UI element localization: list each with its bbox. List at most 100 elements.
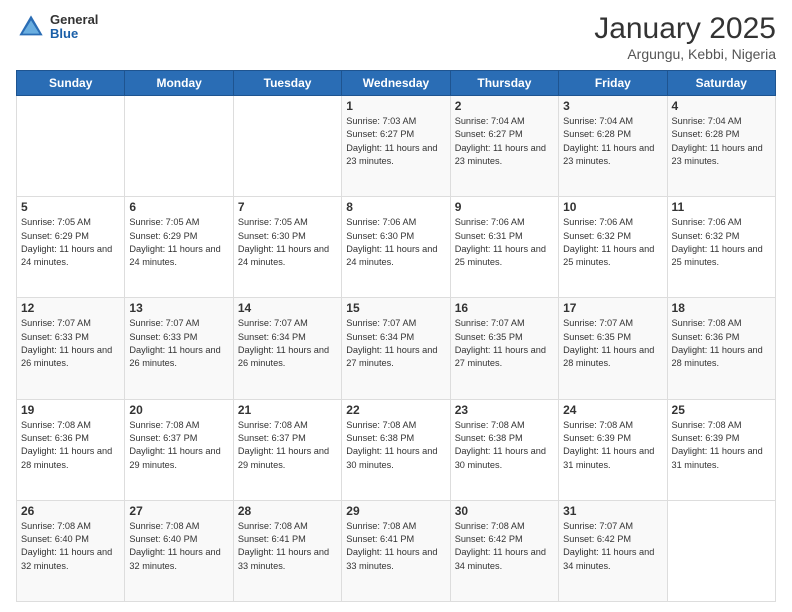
month-title: January 2025 [594,12,776,46]
day-number: 30 [455,504,554,518]
week-row-5: 26 Sunrise: 7:08 AM Sunset: 6:40 PM Dayli… [17,500,776,601]
day-number: 2 [455,99,554,113]
calendar-cell: 18 Sunrise: 7:08 AM Sunset: 6:36 PM Dayli… [667,298,775,399]
day-number: 22 [346,403,445,417]
day-number: 27 [129,504,228,518]
calendar-cell: 22 Sunrise: 7:08 AM Sunset: 6:38 PM Dayli… [342,399,450,500]
day-info: Sunrise: 7:08 AM Sunset: 6:38 PM Dayligh… [346,419,445,472]
calendar-cell: 20Sunrise: 7:08 AM Sunset: 6:37 PM Dayli… [125,399,233,500]
calendar-cell: 6 Sunrise: 7:05 AM Sunset: 6:29 PM Daylig… [125,197,233,298]
calendar-cell: 1 Sunrise: 7:03 AM Sunset: 6:27 PM Daylig… [342,96,450,197]
day-number: 5 [21,200,120,214]
weekday-header-thursday: Thursday [450,71,558,96]
day-info: Sunrise: 7:08 AM Sunset: 6:37 PM Dayligh… [238,419,337,472]
calendar-cell: 13Sunrise: 7:07 AM Sunset: 6:33 PM Dayli… [125,298,233,399]
day-number: 23 [455,403,554,417]
calendar-cell: 5 Sunrise: 7:05 AM Sunset: 6:29 PM Daylig… [17,197,125,298]
day-number: 17 [563,301,662,315]
day-info: Sunrise: 7:08 AM Sunset: 6:40 PM Dayligh… [129,520,228,573]
calendar-cell: 9Sunrise: 7:06 AM Sunset: 6:31 PM Daylig… [450,197,558,298]
day-number: 18 [672,301,771,315]
calendar-cell: 28 Sunrise: 7:08 AM Sunset: 6:41 PM Dayli… [233,500,341,601]
weekday-header-monday: Monday [125,71,233,96]
calendar-cell: 24Sunrise: 7:08 AM Sunset: 6:39 PM Dayli… [559,399,667,500]
calendar-cell: 10 Sunrise: 7:06 AM Sunset: 6:32 PM Dayli… [559,197,667,298]
day-info: Sunrise: 7:07 AM Sunset: 6:34 PM Dayligh… [346,317,445,370]
calendar-cell [17,96,125,197]
day-info: Sunrise: 7:08 AM Sunset: 6:39 PM Dayligh… [563,419,662,472]
header: General Blue January 2025 Argungu, Kebbi… [16,12,776,62]
day-number: 1 [346,99,445,113]
day-number: 31 [563,504,662,518]
day-number: 26 [21,504,120,518]
day-info: Sunrise: 7:04 AM Sunset: 6:28 PM Dayligh… [672,115,771,168]
day-info: Sunrise: 7:07 AM Sunset: 6:33 PM Dayligh… [21,317,120,370]
day-info: Sunrise: 7:08 AM Sunset: 6:36 PM Dayligh… [21,419,120,472]
weekday-header-tuesday: Tuesday [233,71,341,96]
calendar-cell [667,500,775,601]
day-info: Sunrise: 7:06 AM Sunset: 6:30 PM Dayligh… [346,216,445,269]
calendar-cell: 3 Sunrise: 7:04 AM Sunset: 6:28 PM Daylig… [559,96,667,197]
calendar-cell: 25Sunrise: 7:08 AM Sunset: 6:39 PM Dayli… [667,399,775,500]
weekday-header-wednesday: Wednesday [342,71,450,96]
calendar-cell: 17 Sunrise: 7:07 AM Sunset: 6:35 PM Dayli… [559,298,667,399]
calendar-cell: 29 Sunrise: 7:08 AM Sunset: 6:41 PM Dayli… [342,500,450,601]
week-row-2: 5 Sunrise: 7:05 AM Sunset: 6:29 PM Daylig… [17,197,776,298]
calendar-cell: 7 Sunrise: 7:05 AM Sunset: 6:30 PM Daylig… [233,197,341,298]
weekday-header-friday: Friday [559,71,667,96]
calendar-cell: 21 Sunrise: 7:08 AM Sunset: 6:37 PM Dayli… [233,399,341,500]
logo-text: General Blue [50,13,98,42]
day-number: 6 [129,200,228,214]
day-info: Sunrise: 7:08 AM Sunset: 6:41 PM Dayligh… [238,520,337,573]
day-info: Sunrise: 7:04 AM Sunset: 6:27 PM Dayligh… [455,115,554,168]
day-number: 19 [21,403,120,417]
weekday-header-sunday: Sunday [17,71,125,96]
day-info: Sunrise: 7:08 AM Sunset: 6:39 PM Dayligh… [672,419,771,472]
calendar-cell: 31 Sunrise: 7:07 AM Sunset: 6:42 PM Dayli… [559,500,667,601]
day-number: 20 [129,403,228,417]
calendar-cell: 26Sunrise: 7:08 AM Sunset: 6:40 PM Dayli… [17,500,125,601]
calendar-cell: 8 Sunrise: 7:06 AM Sunset: 6:30 PM Daylig… [342,197,450,298]
day-info: Sunrise: 7:05 AM Sunset: 6:30 PM Dayligh… [238,216,337,269]
calendar-cell: 19 Sunrise: 7:08 AM Sunset: 6:36 PM Dayli… [17,399,125,500]
day-number: 29 [346,504,445,518]
day-number: 15 [346,301,445,315]
day-info: Sunrise: 7:08 AM Sunset: 6:41 PM Dayligh… [346,520,445,573]
day-info: Sunrise: 7:07 AM Sunset: 6:42 PM Dayligh… [563,520,662,573]
week-row-3: 12 Sunrise: 7:07 AM Sunset: 6:33 PM Dayli… [17,298,776,399]
calendar-cell: 16Sunrise: 7:07 AM Sunset: 6:35 PM Dayli… [450,298,558,399]
day-info: Sunrise: 7:06 AM Sunset: 6:32 PM Dayligh… [563,216,662,269]
day-number: 13 [129,301,228,315]
day-number: 4 [672,99,771,113]
day-number: 12 [21,301,120,315]
calendar-cell [233,96,341,197]
day-info: Sunrise: 7:08 AM Sunset: 6:36 PM Dayligh… [672,317,771,370]
calendar-cell: 30 Sunrise: 7:08 AM Sunset: 6:42 PM Dayli… [450,500,558,601]
day-number: 9 [455,200,554,214]
day-number: 28 [238,504,337,518]
day-info: Sunrise: 7:04 AM Sunset: 6:28 PM Dayligh… [563,115,662,168]
calendar-cell: 23Sunrise: 7:08 AM Sunset: 6:38 PM Dayli… [450,399,558,500]
calendar-cell: 2 Sunrise: 7:04 AM Sunset: 6:27 PM Daylig… [450,96,558,197]
weekday-header-saturday: Saturday [667,71,775,96]
day-info: Sunrise: 7:05 AM Sunset: 6:29 PM Dayligh… [129,216,228,269]
day-info: Sunrise: 7:08 AM Sunset: 6:42 PM Dayligh… [455,520,554,573]
logo-blue: Blue [50,27,98,41]
day-info: Sunrise: 7:05 AM Sunset: 6:29 PM Dayligh… [21,216,120,269]
day-info: Sunrise: 7:03 AM Sunset: 6:27 PM Dayligh… [346,115,445,168]
calendar-cell: 27 Sunrise: 7:08 AM Sunset: 6:40 PM Dayli… [125,500,233,601]
day-info: Sunrise: 7:06 AM Sunset: 6:32 PM Dayligh… [672,216,771,269]
day-number: 7 [238,200,337,214]
day-info: Sunrise: 7:07 AM Sunset: 6:35 PM Dayligh… [563,317,662,370]
calendar-cell: 15 Sunrise: 7:07 AM Sunset: 6:34 PM Dayli… [342,298,450,399]
day-number: 21 [238,403,337,417]
week-row-4: 19 Sunrise: 7:08 AM Sunset: 6:36 PM Dayli… [17,399,776,500]
week-row-1: 1 Sunrise: 7:03 AM Sunset: 6:27 PM Daylig… [17,96,776,197]
day-number: 3 [563,99,662,113]
day-number: 8 [346,200,445,214]
day-number: 10 [563,200,662,214]
title-block: January 2025 Argungu, Kebbi, Nigeria [594,12,776,62]
calendar-cell: 11Sunrise: 7:06 AM Sunset: 6:32 PM Dayli… [667,197,775,298]
calendar-cell: 12 Sunrise: 7:07 AM Sunset: 6:33 PM Dayli… [17,298,125,399]
logo-general: General [50,13,98,27]
